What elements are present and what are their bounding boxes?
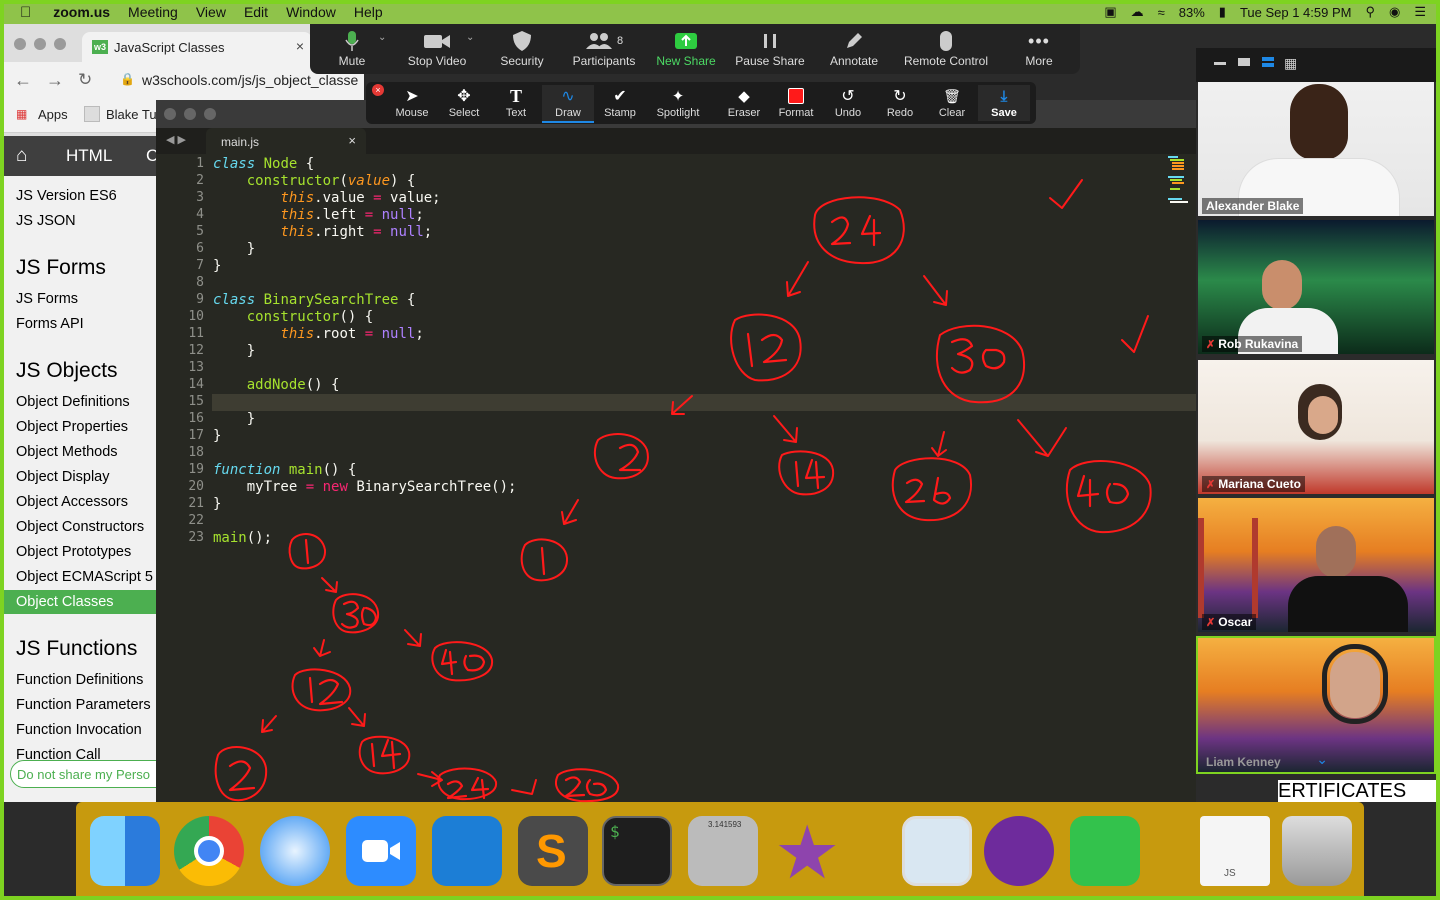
new-share-label: New Share [656,54,716,68]
node-14-circle [778,450,835,496]
magic-wand-icon: ✦ [671,88,685,105]
text-label: Text [505,107,527,119]
more-label: More [1025,54,1053,68]
pause-icon [764,34,776,48]
select-label: Select [448,107,480,119]
stop-video-button[interactable]: Stop Video [402,28,472,72]
undo-icon: ↺ [841,88,855,105]
new-share-button[interactable]: New Share [652,28,720,72]
undo-tool[interactable]: ↺ Undo [822,85,874,119]
node-24-circle [813,196,905,265]
trash-icon: 🗑 [943,87,961,104]
mouse-label: Mouse [395,107,429,119]
pause-share-button[interactable]: Pause Share [730,28,810,72]
checkmark-icon: ✔ [613,88,627,105]
save-download-icon: ⤓ [1000,87,1008,105]
eraser-tool[interactable]: ◆ Eraser [718,85,770,119]
stamp-tool[interactable]: ✔ Stamp [594,85,646,119]
mouse-icon [940,31,952,51]
remote-control-label: Remote Control [903,54,989,68]
video-options-chevron-icon[interactable]: ⌄ [466,32,474,43]
node-30-circle [935,324,1026,404]
undo-label: Undo [834,107,862,119]
mute-button[interactable]: Mute [326,28,378,72]
annotate-label: Annotate [829,54,879,68]
redo-label: Redo [886,107,914,119]
node-2-circle [593,433,649,480]
microphone-icon [345,31,359,51]
stop-video-label: Stop Video [407,54,467,68]
cursor-arrow-icon: ➤ [405,88,419,105]
node-2b-circle [214,746,268,802]
annotation-layer[interactable] [0,0,1440,900]
spotlight-label: Spotlight [656,107,700,119]
mute-options-chevron-icon[interactable]: ⌄ [378,32,386,43]
redo-tool[interactable]: ↻ Redo [874,85,926,119]
shield-icon [513,31,531,51]
node-12-circle [730,313,802,382]
annotate-button[interactable]: Annotate [822,28,886,72]
text-tool[interactable]: T Text [490,85,542,120]
more-button[interactable]: ••• More [1012,28,1066,72]
text-t-icon: T [509,85,522,106]
save-tool[interactable]: ⤓ Save [978,85,1030,121]
select-tool[interactable]: ✥ Select [438,85,490,119]
mouse-tool[interactable]: ➤ Mouse [386,85,438,119]
node-26-circle [891,457,973,522]
security-label: Security [500,54,544,68]
redo-icon: ↻ [893,88,907,105]
annotation-arrows [261,179,1149,795]
participants-icon [585,33,612,49]
close-annotation-icon[interactable]: × [372,84,384,96]
save-label: Save [991,107,1017,119]
spotlight-tool[interactable]: ✦ Spotlight [646,85,710,119]
draw-label: Draw [555,107,581,119]
move-arrows-icon: ✥ [457,88,471,105]
draw-tool[interactable]: ∿ Draw [542,85,594,123]
clear-label: Clear [938,107,966,119]
format-tool[interactable]: Format [770,85,822,119]
clear-tool[interactable]: 🗑 Clear [926,85,978,120]
participants-label: Participants [572,54,636,68]
pencil-icon [847,33,862,48]
eraser-label: Eraser [727,107,761,119]
video-camera-icon [424,35,450,48]
remote-control-button[interactable]: Remote Control [898,28,994,72]
color-swatch-icon [788,88,804,104]
format-label: Format [778,107,814,119]
stamp-label: Stamp [604,107,636,119]
annotation-digits [228,214,1130,800]
more-dots-icon: ••• [1028,30,1050,51]
annotation-toolbar: × ➤ Mouse ✥ Select T Text ∿ Draw ✔ Stamp ✦ Spo… [366,82,1036,124]
participants-button[interactable]: 8 Participants [566,28,642,72]
share-screen-icon [675,33,697,49]
mute-label: Mute [338,54,366,68]
pause-share-label: Pause Share [735,54,805,68]
squiggle-icon: ∿ [561,88,575,105]
eraser-icon: ◆ [738,88,750,105]
participants-count: 8 [616,35,624,47]
security-button[interactable]: Security [492,28,552,72]
zoom-share-toolbar: Mute ⌄ Stop Video ⌄ Security 8 Participa… [310,24,1080,74]
